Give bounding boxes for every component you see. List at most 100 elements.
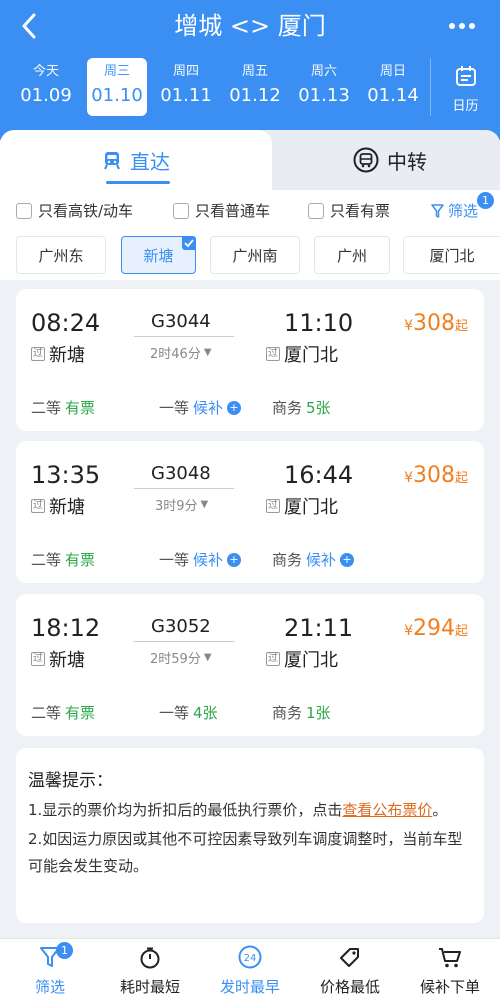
date-item-selected[interactable]: 周三 01.10: [87, 58, 147, 116]
station-name: 新塘: [49, 650, 85, 671]
train-card[interactable]: 18:12 G3052 2时59分 ▼ 21:11 过新塘 过厦门北 ¥294起 …: [16, 594, 484, 736]
seat-business-class: 商务 5张: [272, 397, 331, 418]
arrival-time: 16:44: [284, 461, 354, 489]
date-item[interactable]: 周日 01.14: [363, 58, 423, 116]
more-icon: [449, 23, 475, 29]
departure-time: 18:12: [31, 614, 101, 642]
date-item[interactable]: 今天 01.09: [16, 58, 76, 116]
waitlist-order-tab[interactable]: 候补下单: [400, 939, 500, 1001]
seat-class: 二等: [31, 551, 62, 569]
tips-line-2: 2.如因运力原因或其他不可控因素导致列车调度调整时，当前车型可能会发生变动。: [28, 830, 463, 875]
seat-status: 候补: [306, 551, 337, 569]
price-value: 294: [412, 616, 455, 641]
train-card[interactable]: 08:24 G3044 2时46分 ▼ 11:10 过新塘 过厦门北 ¥308起 …: [16, 289, 484, 431]
filter-tab[interactable]: 筛选 1: [0, 939, 100, 1001]
header: 增城 <> 厦门 今天 01.09 周三 01.10 周四 01.11 周五 0…: [0, 0, 500, 140]
train-card[interactable]: 13:35 G3048 3时9分 ▼ 16:44 过新塘 过厦门北 ¥308起 二…: [16, 441, 484, 583]
tab-transfer-label: 中转: [387, 149, 427, 174]
seat-class: 一等: [159, 551, 190, 569]
arrival-station: 过厦门北: [266, 493, 338, 519]
seat-class: 一等: [159, 704, 190, 722]
price: ¥308起: [404, 463, 468, 488]
seat-class: 商务: [272, 551, 303, 569]
date-item[interactable]: 周五 01.12: [225, 58, 285, 116]
tab-direct[interactable]: 直达: [0, 130, 272, 190]
tips-line-1: 1.显示的票价均为折扣后的最低执行票价，点击查看公布票价。: [28, 797, 472, 824]
seat-first-class[interactable]: 一等 候补 +: [159, 549, 242, 570]
add-waitlist-icon: +: [340, 552, 355, 567]
date-value: 01.10: [91, 85, 143, 106]
station-selector: 广州东 新塘 广州南 广州 厦门北: [0, 230, 500, 280]
caret-down-icon: ▼: [203, 347, 212, 358]
checkbox-label: 只看有票: [330, 202, 391, 220]
station-chip[interactable]: 广州南: [210, 236, 300, 274]
sort-earliest-departure[interactable]: 24 发时最早: [200, 939, 300, 1001]
seat-second-class: 二等 有票: [31, 702, 95, 723]
seat-status: 有票: [65, 399, 96, 417]
departure-station: 过新塘: [31, 646, 85, 672]
timer-icon: [140, 947, 160, 969]
checkbox-box: [308, 202, 324, 219]
departure-time: 08:24: [31, 309, 101, 337]
station-chip[interactable]: 广州: [314, 236, 390, 274]
train-number: G3044: [151, 311, 211, 332]
pass-tag: 过: [266, 499, 280, 513]
sort-lowest-price[interactable]: 价格最低: [300, 939, 400, 1001]
tab-label: 候补下单: [419, 978, 480, 996]
normal-train-checkbox[interactable]: 只看普通车: [173, 200, 270, 221]
filter-tab-badge: 1: [56, 942, 73, 959]
station-chip[interactable]: 厦门北: [403, 236, 500, 274]
calendar-icon: [455, 66, 476, 86]
travel-duration[interactable]: 2时46分 ▼: [150, 343, 212, 362]
seat-second-class: 二等 有票: [31, 397, 95, 418]
published-fare-link[interactable]: 查看公布票价: [342, 801, 432, 819]
tab-label: 耗时最短: [119, 978, 180, 996]
station-chip[interactable]: 广州东: [16, 236, 106, 274]
date-value: 01.14: [367, 85, 419, 106]
cart-icon: [439, 948, 461, 968]
duration-text: 3时9分: [155, 499, 198, 514]
seat-first-class[interactable]: 一等 候补 +: [159, 397, 242, 418]
tab-label: 价格最低: [319, 978, 380, 996]
date-value: 01.09: [20, 85, 72, 106]
sort-shortest-duration[interactable]: 耗时最短: [100, 939, 200, 1001]
active-tab-indicator: [106, 181, 170, 184]
arrival-station: 过厦门北: [266, 646, 338, 672]
travel-duration[interactable]: 2时59分 ▼: [150, 648, 212, 667]
date-strip: 今天 01.09 周三 01.10 周四 01.11 周五 01.12 周六 0…: [0, 58, 500, 118]
checkbox-label: 只看普通车: [195, 202, 271, 220]
date-weekday: 周四: [172, 64, 199, 79]
high-speed-checkbox[interactable]: 只看高铁/动车: [16, 200, 133, 221]
arrival-station: 过厦门北: [266, 341, 338, 367]
train-icon: [104, 152, 120, 170]
pass-tag: 过: [266, 652, 280, 666]
more-button[interactable]: [444, 6, 480, 46]
pass-tag: 过: [266, 347, 280, 361]
price-tag-icon: [340, 948, 359, 967]
seat-class: 一等: [159, 399, 190, 417]
tab-transfer[interactable]: 中转: [250, 130, 500, 190]
travel-duration[interactable]: 3时9分 ▼: [155, 495, 208, 514]
date-item[interactable]: 周四 01.11: [156, 58, 216, 116]
available-only-checkbox[interactable]: 只看有票: [308, 200, 390, 221]
clock-24-icon: 24: [238, 945, 262, 969]
tab-direct-label: 直达: [130, 149, 170, 174]
seat-status: 5张: [306, 399, 331, 417]
currency-symbol: ¥: [404, 470, 413, 486]
caret-down-icon: ▼: [203, 652, 212, 663]
currency-symbol: ¥: [404, 318, 413, 334]
route-title: 增城 <> 厦门: [174, 12, 326, 40]
tips-panel: 温馨提示： 1.显示的票价均为折扣后的最低执行票价，点击查看公布票价。 2.如因…: [16, 748, 484, 923]
date-item[interactable]: 周六 01.13: [294, 58, 354, 116]
station-chip-selected[interactable]: 新塘: [121, 236, 196, 274]
date-value: 01.11: [160, 85, 212, 106]
currency-symbol: ¥: [404, 623, 413, 639]
departure-time: 13:35: [31, 461, 101, 489]
add-waitlist-icon: +: [227, 400, 242, 415]
filter-button[interactable]: 筛选: [431, 200, 478, 221]
check-icon: [182, 236, 196, 250]
pass-tag: 过: [31, 652, 45, 666]
checkbox-box: [173, 202, 189, 219]
calendar-button[interactable]: 日历: [430, 58, 500, 116]
seat-business-class[interactable]: 商务 候补 +: [272, 549, 355, 570]
